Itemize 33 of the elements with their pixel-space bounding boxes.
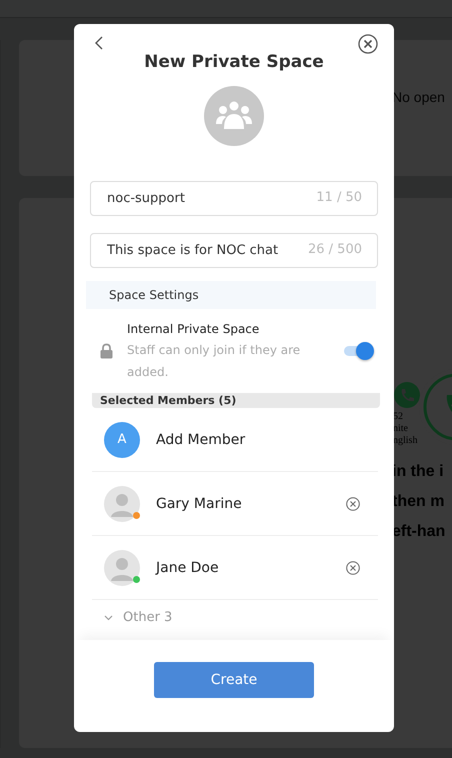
lock-icon (100, 343, 113, 359)
remove-icon[interactable] (346, 560, 360, 574)
close-icon (358, 34, 378, 54)
group-icon (215, 101, 253, 131)
member-name: Gary Marine (156, 496, 243, 512)
character-counter: 26 / 500 (308, 242, 362, 257)
close-button[interactable] (358, 34, 378, 54)
contact-text: nglish (393, 435, 418, 447)
chevron-down-icon (104, 614, 113, 620)
instruction-text: eft-han (392, 522, 446, 542)
section-title: Selected Members (5) (100, 394, 236, 407)
phone-icon (393, 381, 421, 411)
option-title: Internal Private Space (127, 321, 260, 338)
contact-text: 52 (393, 411, 403, 423)
instruction-text: then m (392, 492, 446, 512)
initial-avatar: A (104, 422, 140, 458)
create-button[interactable]: Create (154, 662, 314, 698)
option-description: Staff can only join if they are added. (127, 342, 302, 381)
back-button[interactable] (94, 36, 104, 50)
member-row[interactable]: Gary Marine (92, 472, 378, 536)
person-avatar-icon (104, 550, 140, 586)
dialog-title: New Private Space (144, 52, 324, 72)
add-member-label: Add Member (156, 432, 246, 448)
section-title: Space Settings (109, 288, 199, 302)
chevron-left-icon (94, 36, 104, 50)
contact-text: nite (393, 423, 408, 435)
toggle-switch[interactable] (344, 341, 374, 361)
remove-icon[interactable] (346, 496, 360, 510)
add-member-row[interactable]: A Add Member (92, 408, 378, 472)
character-counter: 11 / 50 (316, 190, 362, 205)
member-name: Jane Doe (156, 560, 220, 576)
member-row[interactable]: Jane Doe (92, 536, 378, 600)
person-avatar-icon (104, 486, 140, 522)
